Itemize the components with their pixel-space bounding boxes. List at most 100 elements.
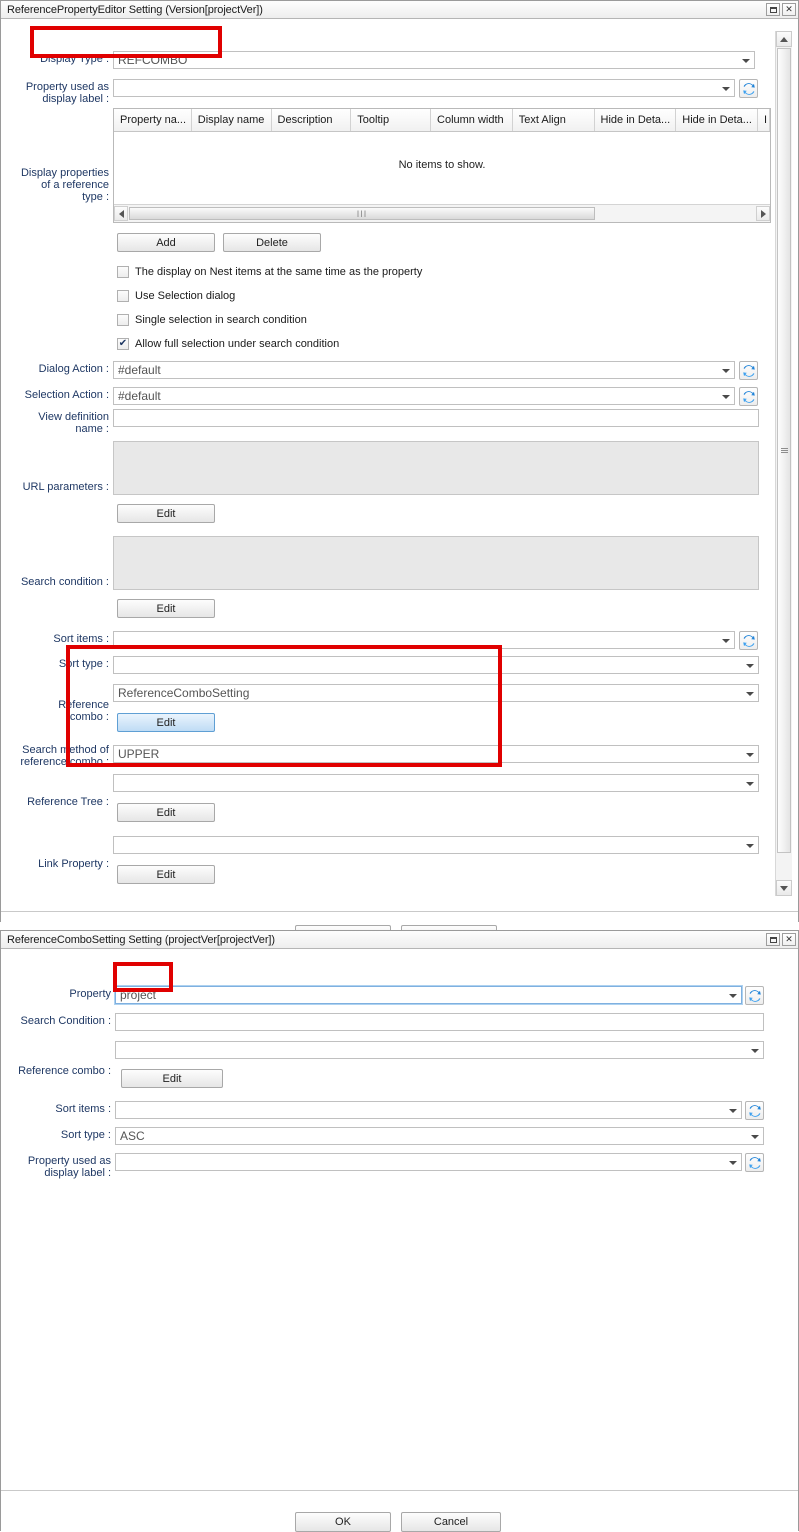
chevron-down-icon [780, 885, 788, 891]
refresh-icon [742, 364, 755, 377]
checkbox-label: Use Selection dialog [135, 290, 236, 302]
property-value: project [120, 988, 157, 1002]
hscroll-left-button[interactable] [114, 206, 128, 221]
dialog1-title: ReferencePropertyEditor Setting (Version… [7, 3, 263, 16]
view-definition-input[interactable] [113, 409, 759, 427]
reference-combo-value: ReferenceComboSetting [118, 686, 250, 700]
refresh-button-dialog-action[interactable] [739, 361, 758, 380]
search-method-label: Search method of reference combo : [20, 744, 109, 768]
checkbox-single-selection[interactable]: Single selection in search condition [117, 314, 307, 326]
row-display-type: Display Type : REFCOMBO [1, 51, 757, 69]
dialog1-vertical-scrollbar[interactable] [775, 31, 792, 896]
search-method-value: UPPER [118, 747, 160, 761]
column-header[interactable]: I [758, 109, 770, 131]
row-sort-items: Sort items : [1, 631, 776, 650]
hscroll-thumb[interactable]: III [129, 207, 595, 220]
refresh-button-sort-items[interactable] [739, 631, 758, 650]
scroll-down-button[interactable] [776, 880, 792, 896]
edit-link-property-button[interactable]: Edit [117, 865, 215, 884]
refresh-button-property[interactable] [745, 986, 764, 1005]
scrollbar-thumb[interactable] [777, 48, 791, 853]
checkbox-use-selection-dialog[interactable]: Use Selection dialog [117, 290, 235, 302]
display-type-value: REFCOMBO [118, 53, 188, 67]
refresh-button-selection-action[interactable] [739, 387, 758, 406]
scroll-up-button[interactable] [776, 31, 792, 47]
table-header-row: Property na... Display name Description … [114, 109, 770, 132]
sort-type-select[interactable]: ASC [115, 1127, 764, 1145]
checkbox-box[interactable] [117, 290, 129, 302]
column-header[interactable]: Text Align [512, 109, 595, 131]
sort-type-select[interactable] [113, 656, 759, 674]
add-button[interactable]: Add [117, 233, 215, 252]
edit-reference-tree-button[interactable]: Edit [117, 803, 215, 822]
column-header[interactable]: Description [271, 109, 352, 131]
dialog1-body: Display Type : REFCOMBO Property used as… [1, 19, 798, 945]
search-method-select[interactable]: UPPER [113, 745, 759, 763]
reference-tree-select[interactable] [113, 774, 759, 792]
dialog2-minimize-button[interactable] [766, 933, 780, 946]
checkbox-label: Single selection in search condition [135, 314, 307, 326]
display-type-select[interactable]: REFCOMBO [113, 51, 755, 69]
sort-items-select[interactable] [115, 1101, 742, 1119]
refresh-button-prop-display[interactable] [739, 79, 758, 98]
reference-combo-select[interactable] [115, 1041, 764, 1059]
property-label: Property [69, 988, 111, 1000]
link-property-select[interactable] [113, 836, 759, 854]
prop-display-select[interactable] [115, 1153, 742, 1171]
refresh-icon [742, 634, 755, 647]
sort-type-label: Sort type : [60, 1129, 111, 1141]
display-props-label: Display properties of a reference type : [20, 167, 109, 203]
checkbox-box[interactable] [117, 314, 129, 326]
row-prop-display-label: Property used as display label : [1, 79, 776, 105]
dialog1-minimize-button[interactable] [766, 3, 780, 16]
sort-type-value: ASC [120, 1129, 145, 1143]
checkbox-allow-full-selection[interactable]: ✔ Allow full selection under search cond… [117, 338, 339, 350]
refresh-icon [748, 989, 761, 1002]
search-condition-textarea[interactable] [113, 536, 759, 590]
url-parameters-textarea[interactable] [113, 441, 759, 495]
edit-reference-combo-button[interactable]: Edit [121, 1069, 223, 1088]
dialog1-close-button[interactable]: ✕ [782, 3, 796, 16]
reference-combo-select[interactable]: ReferenceComboSetting [113, 684, 759, 702]
delete-button[interactable]: Delete [223, 233, 321, 252]
dialog-action-select[interactable]: #default [113, 361, 735, 379]
sort-items-label: Sort items : [55, 1103, 111, 1115]
dialog2-close-button[interactable]: ✕ [782, 933, 796, 946]
checkbox-box[interactable]: ✔ [117, 338, 129, 350]
row-sort-type: Sort type : ASC [1, 1127, 776, 1145]
ok-button[interactable]: OK [295, 1512, 391, 1532]
checkbox-box[interactable] [117, 266, 129, 278]
row-sort-type: Sort type : [1, 656, 776, 674]
column-header[interactable]: Display name [191, 109, 272, 131]
refresh-button-sort-items[interactable] [745, 1101, 764, 1120]
row-selection-action: Selection Action : #default [1, 387, 776, 406]
property-select[interactable]: project [115, 986, 742, 1004]
refresh-icon [742, 390, 755, 403]
edit-search-condition-button[interactable]: Edit [117, 599, 215, 618]
prop-display-label: Property used as display label : [25, 81, 109, 105]
column-header[interactable]: Property na... [114, 109, 192, 131]
sort-items-select[interactable] [113, 631, 735, 649]
sort-type-label: Sort type : [58, 658, 109, 670]
checkbox-nest-items[interactable]: The display on Nest items at the same ti… [117, 266, 422, 278]
table-horizontal-scrollbar[interactable]: III [114, 204, 770, 222]
refresh-icon [748, 1104, 761, 1117]
search-condition-input[interactable] [115, 1013, 764, 1031]
column-header[interactable]: Hide in Deta... [676, 109, 759, 131]
hscroll-right-button[interactable] [756, 206, 770, 221]
cancel-button[interactable]: Cancel [401, 1512, 501, 1532]
column-header[interactable]: Column width [431, 109, 513, 131]
row-prop-display-label: Property used as display label : [1, 1153, 776, 1179]
edit-reference-combo-button[interactable]: Edit [117, 713, 215, 732]
row-property: Property project [1, 986, 776, 1005]
prop-display-select[interactable] [113, 79, 735, 97]
selection-action-label: Selection Action : [24, 389, 109, 401]
selection-action-select[interactable]: #default [113, 387, 735, 405]
row-view-definition: View definition name : [1, 409, 776, 435]
column-header[interactable]: Hide in Deta... [594, 109, 677, 131]
column-header[interactable]: Tooltip [351, 109, 432, 131]
refresh-button-prop-display[interactable] [745, 1153, 764, 1172]
checkbox-label: Allow full selection under search condit… [135, 338, 340, 350]
edit-url-parameters-button[interactable]: Edit [117, 504, 215, 523]
dialog-action-label: Dialog Action : [38, 363, 109, 375]
